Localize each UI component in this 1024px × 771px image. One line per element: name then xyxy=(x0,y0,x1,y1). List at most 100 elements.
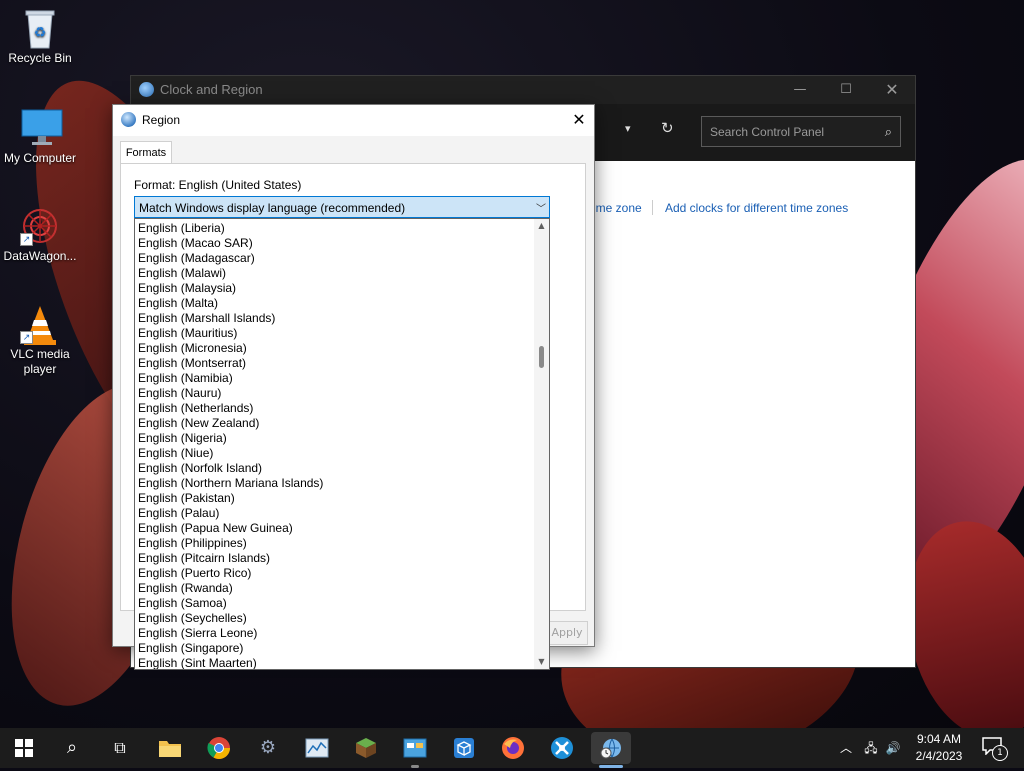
clock-region-icon xyxy=(139,82,154,97)
apply-button[interactable]: Apply xyxy=(546,621,588,645)
close-button[interactable]: ✕ xyxy=(564,105,594,136)
desktop-icon-vlc[interactable]: ↗ VLC media player xyxy=(0,304,80,377)
grass-block-icon xyxy=(356,738,376,758)
format-option[interactable]: English (Micronesia) xyxy=(135,341,549,356)
tab-formats[interactable]: Formats xyxy=(120,141,172,164)
format-option[interactable]: English (Montserrat) xyxy=(135,356,549,371)
taskbar-settings[interactable]: ⚙ xyxy=(248,732,288,764)
link-change-time-zone[interactable]: ime zone xyxy=(593,201,642,215)
search-button[interactable]: ⌕ xyxy=(52,732,92,764)
format-option[interactable]: English (Mauritius) xyxy=(135,326,549,341)
format-option[interactable]: English (Nauru) xyxy=(135,386,549,401)
format-option[interactable]: English (Northern Mariana Islands) xyxy=(135,476,549,491)
taskbar-firefox[interactable] xyxy=(493,732,533,764)
clock-date: 2/4/2023 xyxy=(915,749,963,763)
refresh-icon[interactable]: ↻ xyxy=(661,119,674,137)
firefox-icon xyxy=(502,737,524,759)
taskbar-file-explorer[interactable] xyxy=(150,732,190,764)
shortcut-arrow-icon: ↗ xyxy=(20,331,33,344)
datawagon-icon: ↗ xyxy=(20,206,60,246)
format-dropdown[interactable]: Match Windows display language (recommen… xyxy=(134,196,550,218)
format-option[interactable]: English (Pitcairn Islands) xyxy=(135,551,549,566)
scroll-up-arrow-icon[interactable]: ▲ xyxy=(534,219,549,233)
format-option[interactable]: English (Netherlands) xyxy=(135,401,549,416)
format-option[interactable]: English (Pakistan) xyxy=(135,491,549,506)
start-button[interactable] xyxy=(4,732,44,764)
format-option[interactable]: English (Nigeria) xyxy=(135,431,549,446)
taskbar-dev-tool[interactable] xyxy=(542,732,582,764)
format-option[interactable]: English (Norfolk Island) xyxy=(135,461,549,476)
search-icon: ⌕ xyxy=(66,737,78,758)
tray-overflow-chevron-up-icon[interactable]: ︿ xyxy=(838,728,854,768)
format-option[interactable]: English (Macao SAR) xyxy=(135,236,549,251)
search-input[interactable]: Search Control Panel ⌕ xyxy=(701,116,901,147)
control-panel-titlebar[interactable]: Clock and Region — ☐ ✕ xyxy=(131,76,915,104)
format-option[interactable]: English (Namibia) xyxy=(135,371,549,386)
scroll-down-arrow-icon[interactable]: ▼ xyxy=(534,655,549,669)
box-icon xyxy=(454,738,474,758)
globe-icon xyxy=(121,112,136,127)
gear-icon: ⚙ xyxy=(259,737,277,758)
format-option[interactable]: English (Marshall Islands) xyxy=(135,311,549,326)
format-option[interactable]: English (Niue) xyxy=(135,446,549,461)
desktop-icon-label: Recycle Bin xyxy=(8,51,72,65)
chrome-icon xyxy=(207,737,230,759)
recycle-bin-icon: ♻ xyxy=(20,8,60,49)
search-placeholder: Search Control Panel xyxy=(710,125,825,139)
close-button[interactable]: ✕ xyxy=(869,76,915,104)
format-option[interactable]: English (Malaysia) xyxy=(135,281,549,296)
scrollbar-thumb[interactable] xyxy=(539,346,544,368)
dropdown-selected-value: Match Windows display language (recommen… xyxy=(139,201,406,215)
vlc-cone-icon: ↗ xyxy=(20,304,60,345)
taskbar-app-box[interactable] xyxy=(444,732,484,764)
format-option[interactable]: English (Papua New Guinea) xyxy=(135,521,549,536)
format-option[interactable]: English (Sint Maarten) xyxy=(135,656,549,669)
format-option[interactable]: English (Malta) xyxy=(135,296,549,311)
taskbar-resource-monitor[interactable] xyxy=(297,732,337,764)
format-option[interactable]: English (Palau) xyxy=(135,506,549,521)
taskbar-region-settings[interactable] xyxy=(591,732,631,768)
network-icon[interactable]: 🖧 xyxy=(862,728,880,768)
svg-text:♻: ♻ xyxy=(34,24,47,40)
maximize-button[interactable]: ☐ xyxy=(823,76,869,104)
format-option[interactable]: English (Malawi) xyxy=(135,266,549,281)
volume-icon[interactable]: 🔊 xyxy=(884,728,902,768)
desktop-icon-recycle-bin[interactable]: ♻ Recycle Bin xyxy=(0,8,80,66)
monitor-icon xyxy=(20,108,63,148)
windows-logo-icon xyxy=(15,739,33,757)
dialog-title: Region xyxy=(142,113,181,127)
task-view-icon: ⧉ xyxy=(114,738,126,757)
desktop-icon-label: My Computer xyxy=(3,151,77,165)
format-option[interactable]: English (Sierra Leone) xyxy=(135,626,549,641)
desktop-icon-datawagon[interactable]: ↗ DataWagon... xyxy=(0,206,80,264)
taskbar: ⌕ ⧉ ⚙ ︿ 🖧 🔊 9:04 AM 2/4/2023 1 xyxy=(0,728,1024,768)
format-option[interactable]: English (Rwanda) xyxy=(135,581,549,596)
link-add-clocks[interactable]: Add clocks for different time zones xyxy=(665,201,848,215)
format-option[interactable]: English (Seychelles) xyxy=(135,611,549,626)
desktop-icon-my-computer[interactable]: My Computer xyxy=(0,108,80,166)
taskbar-minecraft[interactable] xyxy=(346,732,386,764)
window-title: Clock and Region xyxy=(160,82,263,97)
notification-center-button[interactable]: 1 xyxy=(982,737,1008,761)
format-option[interactable]: English (Liberia) xyxy=(135,221,549,236)
dropdown-scrollbar[interactable]: ▲ ▼ xyxy=(534,219,549,669)
format-option[interactable]: English (Puerto Rico) xyxy=(135,566,549,581)
format-option[interactable]: English (New Zealand) xyxy=(135,416,549,431)
chevron-down-icon[interactable]: ▾ xyxy=(625,122,631,135)
dev-tool-icon xyxy=(551,737,573,759)
taskbar-control-panel[interactable] xyxy=(395,732,435,768)
region-dialog-titlebar[interactable]: Region ✕ xyxy=(113,105,594,136)
taskbar-chrome[interactable] xyxy=(199,732,239,764)
task-view-button[interactable]: ⧉ xyxy=(100,732,140,764)
format-option[interactable]: English (Philippines) xyxy=(135,536,549,551)
clock-time: 9:04 AM xyxy=(916,732,962,746)
format-option[interactable]: English (Singapore) xyxy=(135,641,549,656)
format-option[interactable]: English (Samoa) xyxy=(135,596,549,611)
format-option[interactable]: English (Madagascar) xyxy=(135,251,549,266)
minimize-button[interactable]: — xyxy=(777,76,823,104)
format-options-list: English (Liberia) English (Macao SAR) Engl… xyxy=(135,219,549,669)
taskbar-clock[interactable]: 9:04 AM 2/4/2023 xyxy=(904,731,974,765)
format-dropdown-list[interactable]: English (Liberia) English (Macao SAR) Engl… xyxy=(134,218,550,670)
control-panel-icon xyxy=(403,738,427,758)
shortcut-arrow-icon: ↗ xyxy=(20,233,33,246)
